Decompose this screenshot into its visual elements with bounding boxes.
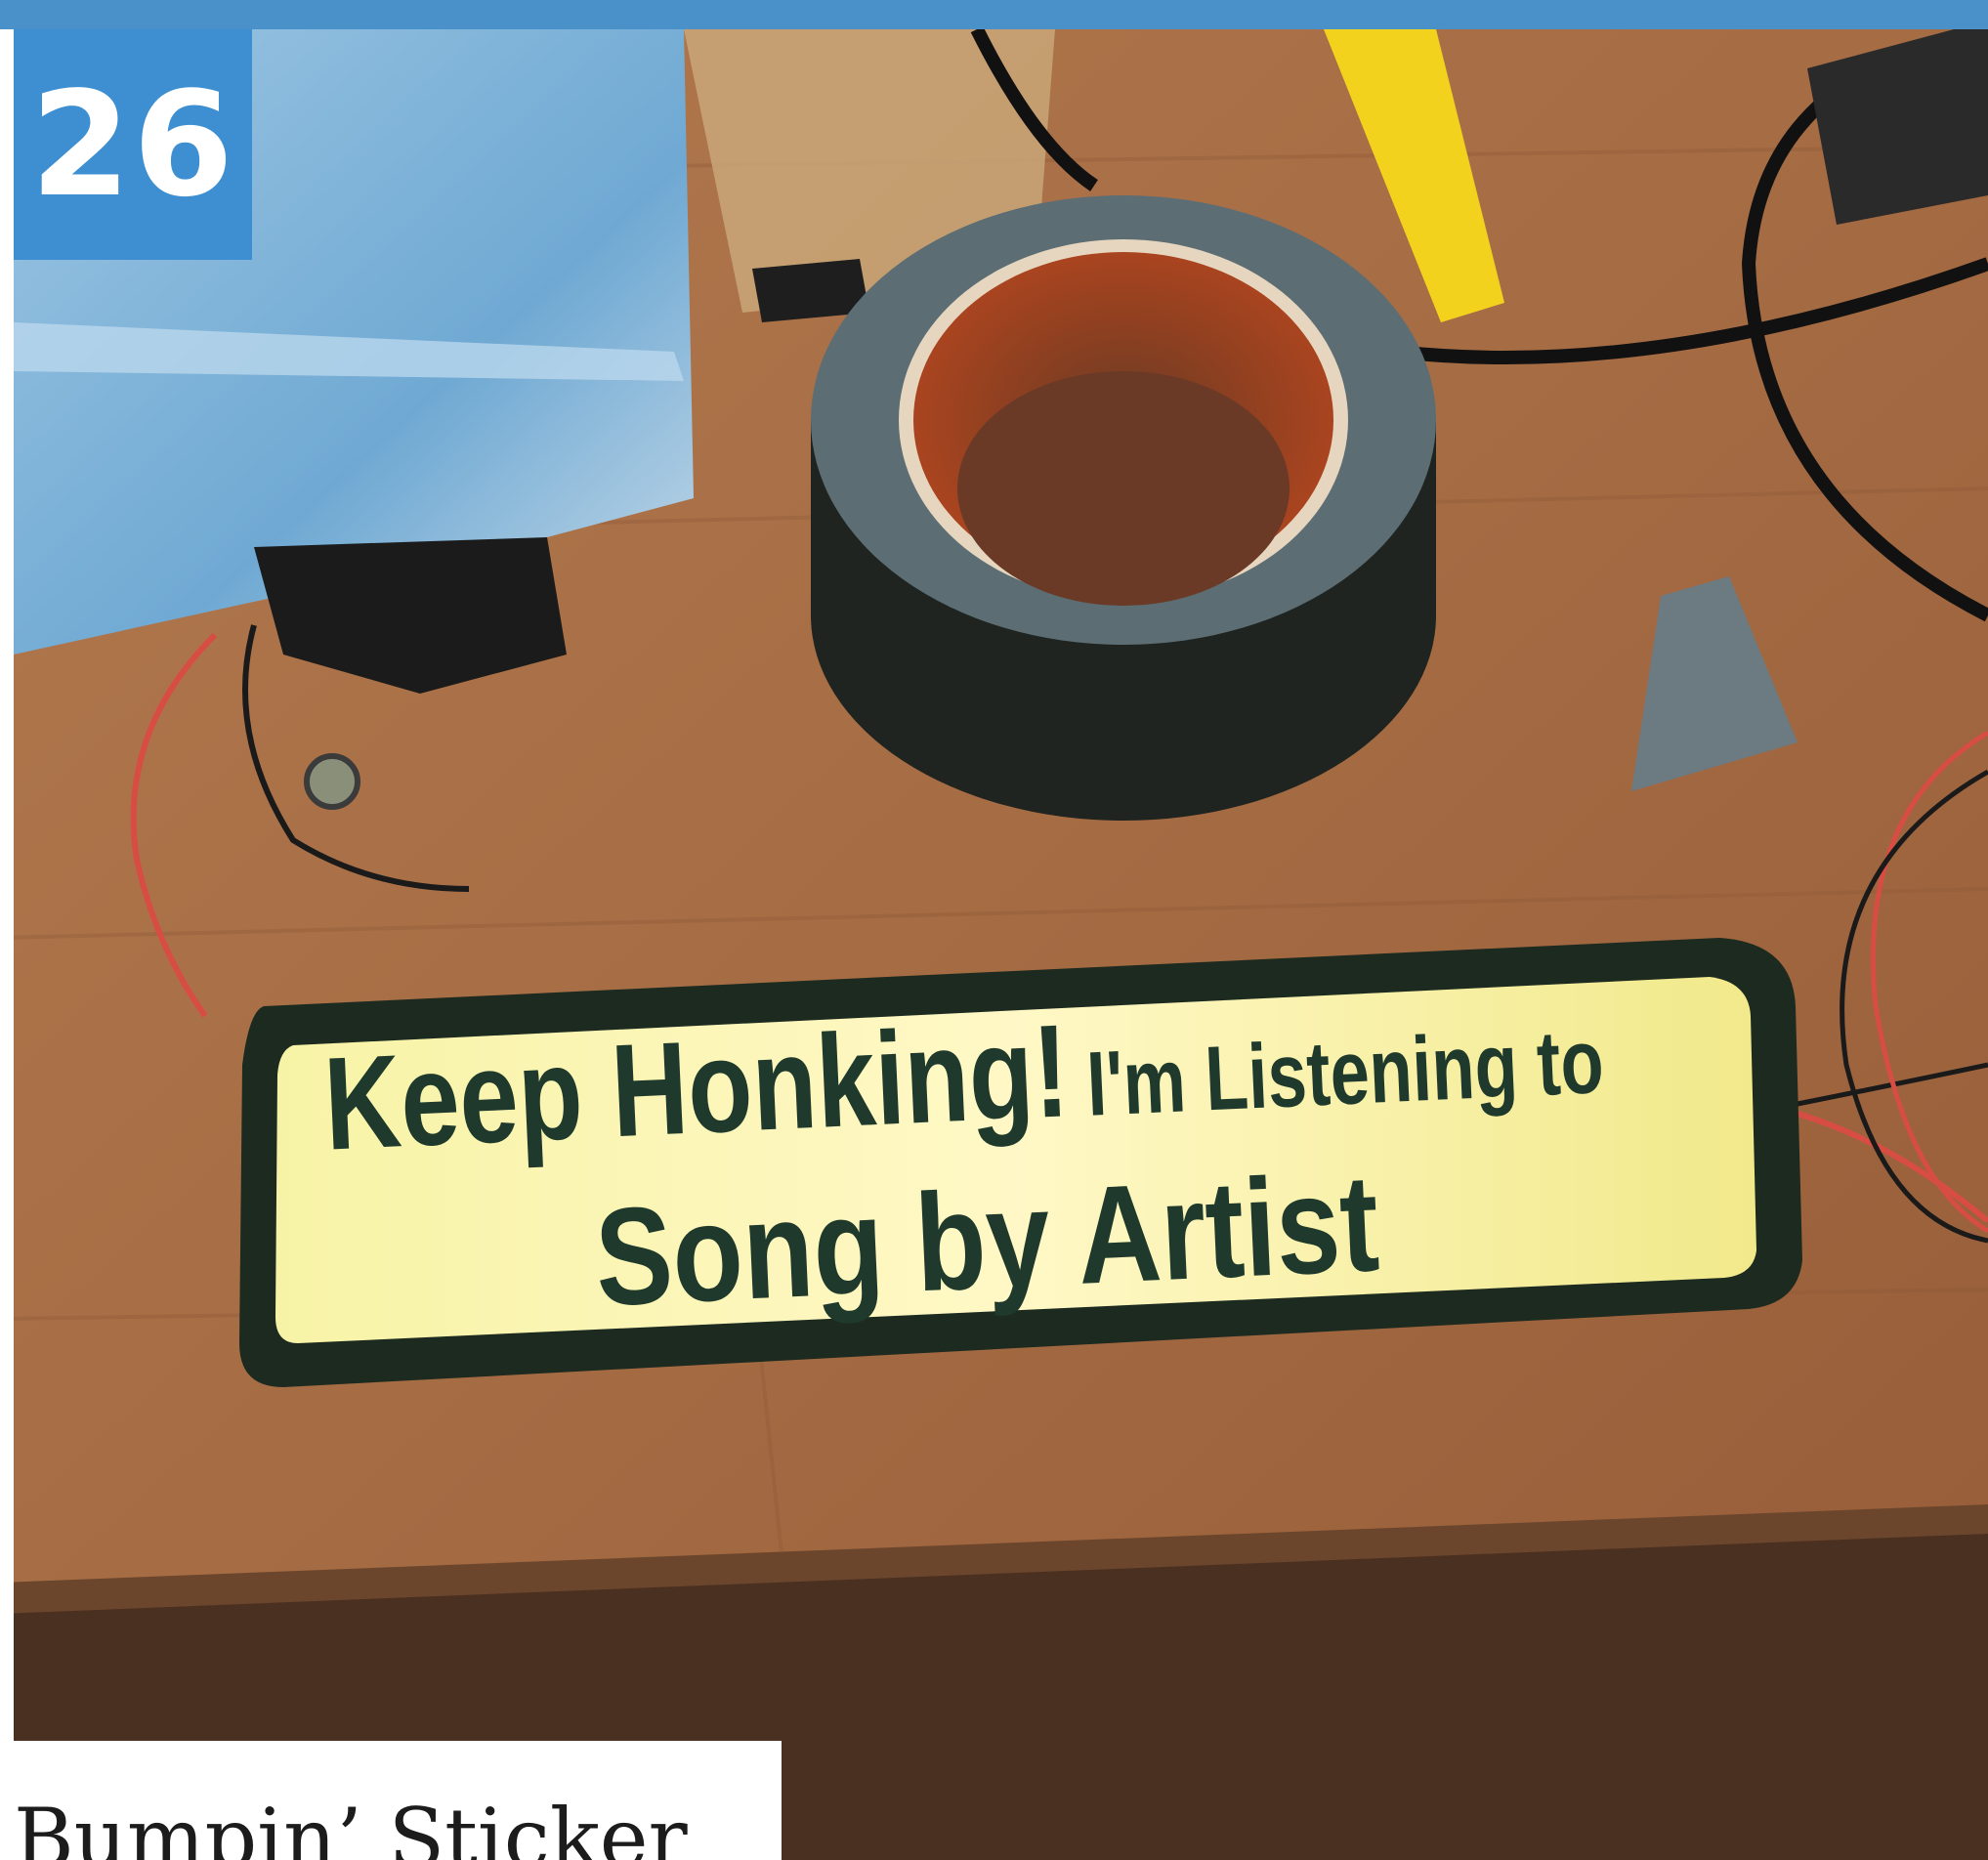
sticker-line1-small: I'm Listening to [1084, 1010, 1606, 1136]
top-accent-rule [0, 0, 1988, 29]
step-number: 26 [30, 61, 235, 229]
sticker-line2: Song by Artist [592, 1145, 1382, 1336]
photo-scene [0, 29, 1988, 1860]
photo-left-margin [0, 29, 14, 1860]
small-button-switch [304, 753, 360, 810]
project-photo: Keep Honking! I'm Listening to Song by A… [0, 29, 1988, 1860]
caption-title: Bumpin’ Sticker [14, 1791, 688, 1860]
caption-box: Bumpin’ Sticker [0, 1741, 782, 1860]
sticker-line1-main: Keep Honking! [320, 995, 1072, 1178]
duct-tape-roll [811, 195, 1436, 821]
step-number-badge: 26 [14, 29, 252, 260]
